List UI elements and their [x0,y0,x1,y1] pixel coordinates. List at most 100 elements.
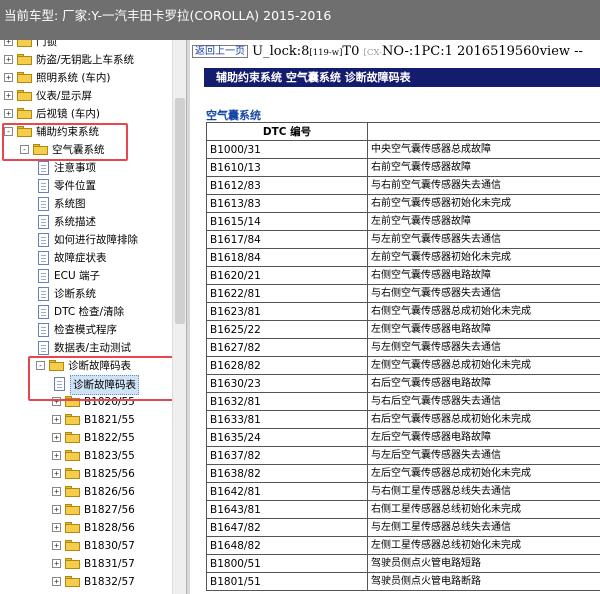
expand-icon[interactable]: + [52,541,61,550]
expand-icon[interactable]: + [52,577,61,586]
tree-item[interactable]: 系统图 [0,195,172,213]
tree-item-label[interactable]: 门锁 [36,40,57,51]
tree-item-label[interactable]: B1822/55 [84,429,135,447]
expand-icon[interactable]: + [4,55,13,64]
tree-item[interactable]: + B1821/55 [0,411,172,429]
tree-item-label[interactable]: B1831/57 [84,555,135,573]
dtc-description: 右侧空气囊传感器总成初始化未完成 [367,302,600,321]
tree-item[interactable]: 如何进行故障排除 [0,231,172,249]
tree-item[interactable]: + B1832/57 [0,573,172,591]
tree-item-label[interactable]: DTC 检查/清除 [54,303,124,321]
tree-item-label[interactable]: 注意事项 [54,159,96,177]
tree-item[interactable]: + B1822/55 [0,429,172,447]
tree-item-label[interactable]: B1826/56 [84,483,135,501]
tree-item-label[interactable]: B1832/57 [84,573,135,591]
doc-id-e: NO-:1PC:1 2016519560view -- [381,44,583,59]
tree-item[interactable]: + 照明系统 (车内) [0,69,172,87]
tree-item[interactable]: + 后视镜 (车内) [0,105,172,123]
tree-item[interactable]: 零件位置 [0,177,172,195]
expand-icon[interactable]: + [52,433,61,442]
tree-item-label[interactable]: 系统描述 [54,213,96,231]
expand-icon[interactable]: + [52,469,61,478]
tree-item[interactable]: 检查模式程序 [0,321,172,339]
tree-item-label[interactable]: B1830/57 [84,537,135,555]
tree-item-label[interactable]: ECU 端子 [54,267,100,285]
document-icon [38,269,49,283]
table-row: B1648/82 左侧工星传感器总线初始化未完成 [206,536,600,555]
expand-icon[interactable]: + [4,109,13,118]
tree-item-label[interactable]: 后视镜 (车内) [36,105,100,123]
folder-icon [17,72,32,83]
tree-item[interactable]: + B1828/56 [0,519,172,537]
dtc-description: 右后空气囊传感器总成初始化未完成 [367,410,600,429]
tree-item-label[interactable]: 故障症状表 [54,249,107,267]
expand-icon[interactable]: + [4,91,13,100]
dtc-description: 与右前空气囊传感器失去通信 [367,176,600,195]
tree-item[interactable]: + B1823/55 [0,447,172,465]
expand-icon[interactable]: + [52,415,61,424]
dtc-code: B1625/22 [206,320,368,339]
expand-icon[interactable]: + [52,451,61,460]
table-row: B1635/24 左后空气囊传感器电路故障 [206,428,600,447]
tree-scrollbar-thumb[interactable] [175,98,185,324]
tree-item-label[interactable]: 防盗/无钥匙上车系统 [36,51,134,69]
window-title: 当前车型: 厂家:Y-一汽丰田卡罗拉(COROLLA) 2015-2016 [4,8,332,23]
expand-icon[interactable]: + [4,73,13,82]
dtc-description: 右后空气囊传感器电路故障 [367,374,600,393]
tree-item-label[interactable]: 诊断系统 [54,285,96,303]
dtc-code: B1623/81 [206,302,368,321]
tree-item-label[interactable]: B1823/55 [84,447,135,465]
dtc-code: B1613/83 [206,194,368,213]
folder-icon [65,432,80,443]
navigation-tree[interactable]: + 门锁 + 防盗/无钥匙上车系统 + 照明系统 (车内) + 仪表/显示屏 + 后视镜 (车内)… [0,40,186,594]
tree-item-label[interactable]: 照明系统 (车内) [36,69,111,87]
highlight-box [2,123,128,161]
tree-item[interactable]: + B1830/57 [0,537,172,555]
dtc-code: B1647/82 [206,518,368,537]
tree-item[interactable]: 注意事项 [0,159,172,177]
doc-id-a: U_lock:8 [252,44,310,59]
folder-icon [17,108,32,119]
tree-item[interactable]: 故障症状表 [0,249,172,267]
tree-item-label[interactable]: 检查模式程序 [54,321,117,339]
tree-item[interactable]: + 防盗/无钥匙上车系统 [0,51,172,69]
tree-item[interactable]: 数据表/主动测试 [0,339,172,357]
tree-item-label[interactable]: 如何进行故障排除 [54,231,138,249]
tree-item-label[interactable]: 仪表/显示屏 [36,87,92,105]
tree-item[interactable]: DTC 检查/清除 [0,303,172,321]
tree-item-label[interactable]: 数据表/主动测试 [54,339,131,357]
tree-item-label[interactable]: B1827/56 [84,501,135,519]
dtc-description: 左前空气囊传感器初始化未完成 [367,248,600,267]
document-icon [38,179,49,193]
tree-item[interactable]: + 门锁 [0,40,172,51]
tree-item[interactable]: 诊断系统 [0,285,172,303]
tree-item[interactable]: + B1825/56 [0,465,172,483]
tree-scrollbar[interactable] [172,40,186,594]
dtc-description: 左后空气囊传感器电路故障 [367,428,600,447]
back-link[interactable]: 返回上一页 [192,45,248,58]
dtc-code: B1643/81 [206,500,368,519]
tree-item[interactable]: + B1831/57 [0,555,172,573]
dtc-description: 左后空气囊传感器总成初始化未完成 [367,464,600,483]
tree-item[interactable]: + 仪表/显示屏 [0,87,172,105]
tree-item[interactable]: 系统描述 [0,213,172,231]
dtc-description: 右前空气囊传感器故障 [367,158,600,177]
table-row: B1643/81 右侧工星传感器总线初始化未完成 [206,500,600,519]
expand-icon[interactable]: + [52,559,61,568]
tree-item-label[interactable]: 系统图 [54,195,86,213]
expand-icon[interactable]: + [4,40,13,46]
tree-item[interactable]: ECU 端子 [0,267,172,285]
tree-item[interactable]: + B1827/56 [0,501,172,519]
expand-icon[interactable]: + [52,523,61,532]
tree-item[interactable]: + B1826/56 [0,483,172,501]
tree-item-label[interactable]: B1821/55 [84,411,135,429]
expand-icon[interactable]: + [52,487,61,496]
tree-item-label[interactable]: B1828/56 [84,519,135,537]
tree-item-label[interactable]: B1825/56 [84,465,135,483]
dtc-code: B1000/31 [206,140,368,159]
tree-item-label[interactable]: 零件位置 [54,177,96,195]
expand-icon[interactable]: + [52,505,61,514]
table-row: B1800/51 驾驶员侧点火管电路短路 [206,554,600,573]
content-pane: 返回上一页 U_lock:8[119-w]T0 [CX-NO-:1PC:1 20… [190,40,600,594]
folder-icon [65,522,80,533]
